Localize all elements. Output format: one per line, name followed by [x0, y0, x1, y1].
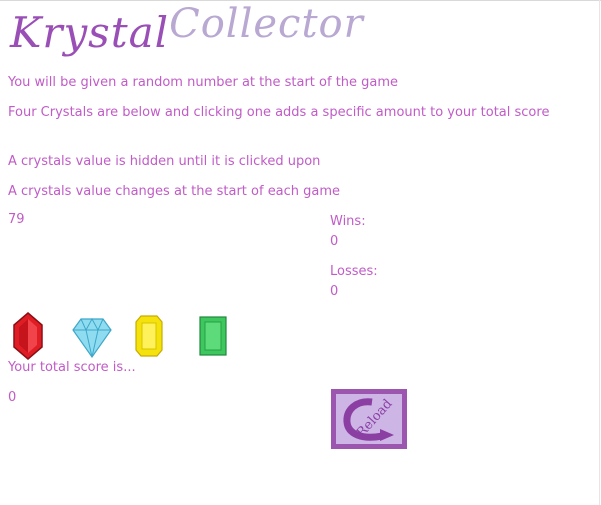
title-collector: Collector	[169, 1, 364, 47]
red-crystal-button[interactable]	[12, 312, 60, 360]
reload-panel: Reload	[336, 394, 402, 444]
losses-value: 0	[330, 284, 339, 299]
green-crystal-icon	[199, 316, 227, 356]
yellow-crystal-icon	[135, 315, 163, 357]
page-title: KrystalCollector	[10, 1, 364, 66]
blue-diamond-icon	[72, 317, 112, 359]
rule-text: Four Crystals are below and clicking one…	[8, 105, 550, 120]
blue-diamond-button[interactable]	[72, 312, 120, 360]
score-label: Your total score is...	[8, 360, 136, 375]
rule-text: A crystals value changes at the start of…	[8, 184, 341, 199]
yellow-crystal-button[interactable]	[134, 312, 182, 360]
score-value: 0	[8, 390, 17, 405]
wins-value: 0	[330, 234, 339, 249]
wins-label: Wins:	[330, 214, 366, 229]
right-border	[599, 0, 600, 505]
rule-text: You will be given a random number at the…	[8, 75, 399, 90]
reload-button[interactable]: Reload	[331, 389, 407, 449]
green-crystal-button[interactable]	[198, 312, 246, 360]
title-krystal: Krystal	[10, 8, 170, 57]
target-number: 79	[8, 212, 25, 227]
rule-text: A crystals value is hidden until it is c…	[8, 154, 321, 169]
red-crystal-icon	[13, 312, 43, 360]
losses-label: Losses:	[330, 264, 378, 279]
